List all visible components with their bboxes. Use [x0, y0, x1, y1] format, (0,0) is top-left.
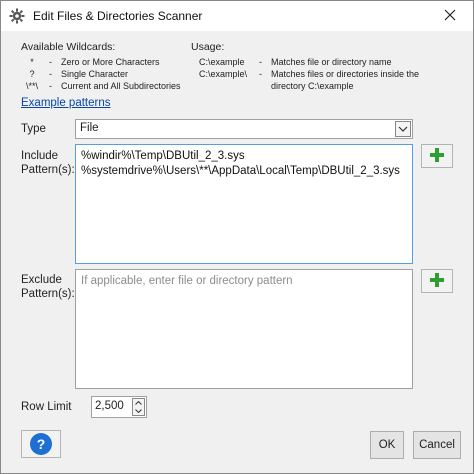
dialog-window: Edit Files & Directories Scanner Availab… — [0, 0, 474, 474]
include-pattern-line: %windir%\Temp\DBUtil_2_3.sys — [81, 150, 245, 162]
type-label: Type — [21, 123, 46, 135]
exclude-patterns-textarea[interactable]: If applicable, enter file or directory p… — [75, 269, 413, 389]
stepper-down-icon[interactable] — [133, 407, 144, 415]
row-limit-value: 2,500 — [95, 400, 124, 412]
wildcard-symbol: \**\ — [25, 81, 38, 91]
exclude-label-line1: Exclude — [21, 274, 62, 286]
usage-title: Usage: — [191, 41, 225, 53]
usage-path: C:\example\ — [199, 69, 248, 79]
usage-dash: - — [259, 57, 262, 67]
wildcard-dash: - — [49, 57, 52, 67]
gear-icon — [9, 8, 25, 24]
wildcard-symbol: * — [30, 57, 34, 67]
help-button[interactable]: ? — [21, 430, 61, 458]
wildcards-title: Available Wildcards: — [21, 41, 116, 53]
usage-desc: Matches files or directories inside the — [271, 69, 420, 79]
plus-icon — [430, 147, 444, 165]
stepper-arrows — [132, 398, 145, 416]
exclude-label-line2: Pattern(s): — [21, 288, 75, 300]
include-pattern-line: %systemdrive%\Users\**\AppData\Local\Tem… — [81, 165, 400, 177]
exclude-label: Exclude Pattern(s): — [21, 273, 75, 301]
plus-icon — [430, 272, 444, 290]
example-patterns-link[interactable]: Example patterns — [21, 97, 111, 109]
title-bar: Edit Files & Directories Scanner — [1, 1, 473, 31]
include-patterns-textarea[interactable]: %windir%\Temp\DBUtil_2_3.sys %systemdriv… — [75, 144, 413, 264]
include-label-line2: Pattern(s): — [21, 164, 75, 176]
type-select-value: File — [80, 122, 99, 134]
add-exclude-button[interactable] — [421, 269, 453, 293]
usage-path: C:\example — [199, 57, 245, 67]
close-button[interactable] — [427, 1, 473, 31]
stepper-up-icon[interactable] — [133, 399, 144, 407]
usage-desc: Matches file or directory name — [271, 57, 392, 67]
usage-desc: directory C:\example — [271, 81, 354, 91]
include-label: Include Pattern(s): — [21, 149, 75, 177]
include-label-line1: Include — [21, 150, 59, 162]
wildcard-dash: - — [49, 69, 52, 79]
wildcard-desc: Zero or More Characters — [61, 57, 160, 67]
exclude-placeholder: If applicable, enter file or directory p… — [81, 275, 293, 287]
chevron-down-icon[interactable] — [395, 121, 411, 137]
wildcard-desc: Current and All Subdirectories — [61, 81, 181, 91]
wildcard-dash: - — [49, 81, 52, 91]
wildcard-symbol: ? — [29, 69, 35, 79]
wildcard-desc: Single Character — [61, 69, 129, 79]
cancel-button[interactable]: Cancel — [413, 431, 461, 459]
usage-dash: - — [259, 69, 262, 79]
row-limit-stepper[interactable]: 2,500 — [91, 396, 147, 418]
help-icon: ? — [30, 433, 52, 455]
window-title: Edit Files & Directories Scanner — [33, 9, 203, 23]
ok-button[interactable]: OK — [370, 431, 404, 459]
row-limit-label: Row Limit — [21, 401, 72, 413]
add-include-button[interactable] — [421, 144, 453, 168]
type-select[interactable]: File — [75, 119, 413, 139]
close-icon — [444, 9, 456, 24]
